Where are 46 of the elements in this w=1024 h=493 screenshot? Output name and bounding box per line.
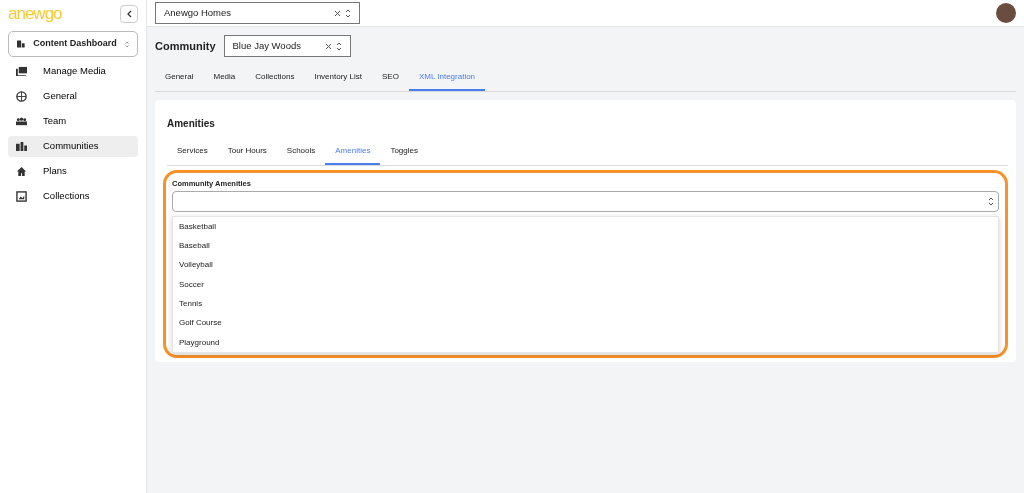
community-label: Community <box>155 38 216 54</box>
people-icon <box>16 116 27 127</box>
logo: anewgo <box>8 5 62 22</box>
tab[interactable]: Media <box>203 65 246 91</box>
chevron-left-icon <box>126 9 132 18</box>
tab[interactable]: General <box>155 65 204 91</box>
sidebar-item[interactable]: Team <box>8 111 138 132</box>
dropdown-option[interactable]: Baseball <box>173 236 998 256</box>
dropdown-option[interactable]: Golf Course <box>173 313 998 334</box>
dropdown-option[interactable]: Tennis <box>173 294 998 314</box>
dropdown-option[interactable]: Basketball <box>173 217 998 237</box>
builder-select[interactable]: Anewgo Homes <box>155 2 360 24</box>
tab[interactable]: Inventory List <box>304 65 372 91</box>
sort-icon <box>345 8 351 18</box>
house-icon <box>16 166 27 177</box>
sort-icon <box>988 197 994 207</box>
tab[interactable]: XML Integration <box>408 65 486 91</box>
sidebar-item[interactable]: General <box>8 86 138 107</box>
sidebar-item[interactable]: Communities <box>8 136 138 157</box>
tab[interactable]: Tour Hours <box>217 139 277 165</box>
tab[interactable]: Collections <box>245 65 305 91</box>
card-title: Amenities <box>167 117 216 131</box>
dropdown-option[interactable]: Playground <box>173 333 998 353</box>
dashboard-select[interactable]: Content Dashboard <box>8 31 138 57</box>
sidebar-item[interactable]: Collections <box>8 186 138 207</box>
avatar[interactable] <box>996 3 1016 23</box>
tab[interactable]: Services <box>167 139 218 165</box>
close-icon[interactable] <box>324 42 332 50</box>
dropdown-option[interactable]: Volleyball <box>173 255 998 276</box>
sidebar-item[interactable]: Plans <box>8 161 138 182</box>
globe-icon <box>16 91 27 102</box>
sidebar-item[interactable]: Manage Media <box>8 61 138 82</box>
dashboard-label: Content Dashboard <box>33 37 117 51</box>
photos-icon <box>16 66 27 77</box>
close-icon[interactable] <box>334 9 341 17</box>
tab[interactable]: Toggles <box>380 139 428 165</box>
tab[interactable]: Schools <box>276 139 326 165</box>
buildings-icon <box>16 141 27 152</box>
tab[interactable]: SEO <box>372 65 409 91</box>
tab[interactable]: Amenities <box>325 139 381 165</box>
dropdown-option[interactable]: Soccer <box>173 275 998 295</box>
sort-icon <box>124 39 129 49</box>
sort-icon <box>335 41 342 51</box>
gallery-icon <box>16 191 27 202</box>
community-select[interactable]: Blue Jay Woods <box>223 35 351 57</box>
building-icon <box>17 39 26 49</box>
